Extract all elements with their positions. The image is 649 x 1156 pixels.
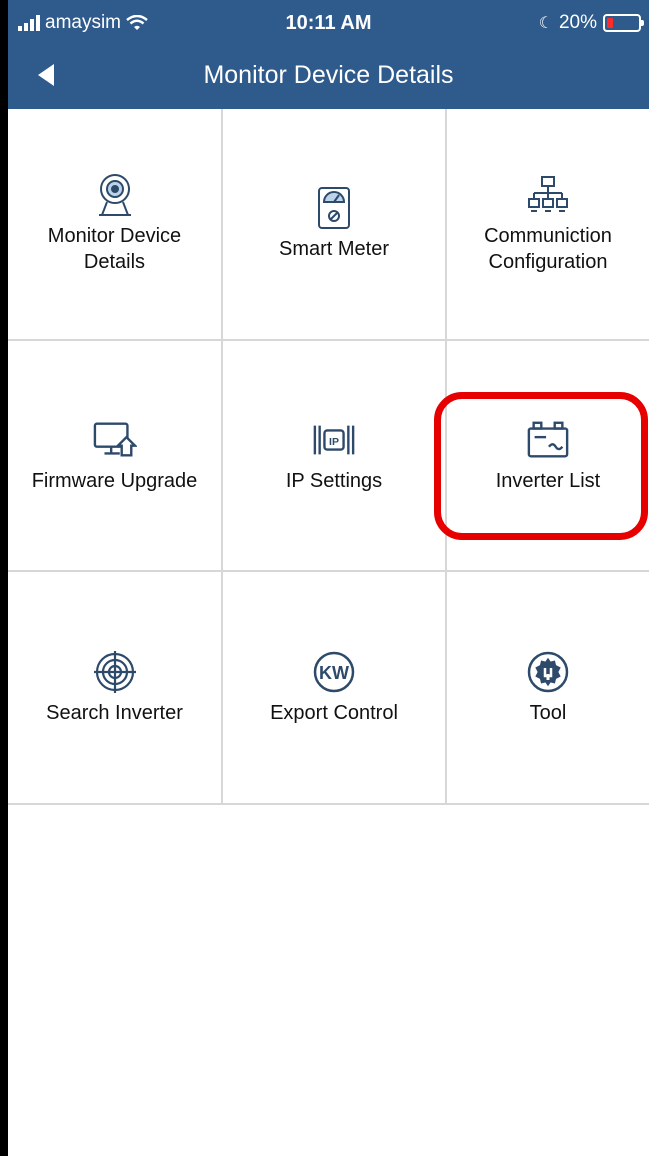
moon-icon: ☾	[538, 15, 553, 32]
menu-label: Firmware Upgrade	[31, 469, 198, 492]
network-icon	[526, 173, 570, 217]
menu-label: Monitor Device Details	[47, 225, 182, 273]
menu-item-smart-meter[interactable]: Smart Meter	[223, 109, 447, 341]
nav-bar: Monitor Device Details	[8, 44, 649, 109]
meter-icon	[312, 186, 356, 230]
header-bar: amaysim 10:11 AM ☾ 20% Monitor Device De…	[8, 0, 649, 109]
menu-label: IP Settings	[285, 469, 383, 492]
battery-icon	[603, 14, 644, 32]
menu-label: Inverter List	[495, 469, 601, 492]
inverter-icon	[526, 418, 570, 462]
page-title: Monitor Device Details	[203, 61, 454, 89]
menu-label: Search Inverter	[46, 701, 183, 724]
menu-label: Tool	[529, 701, 567, 724]
upload-monitor-icon	[93, 418, 137, 462]
status-bar: amaysim 10:11 AM ☾ 20%	[8, 0, 649, 44]
menu-label: Smart Meter	[278, 238, 390, 260]
menu-item-search-inverter[interactable]: Search Inverter	[8, 572, 223, 805]
app-screen: amaysim 10:11 AM ☾ 20% Monitor Device De…	[8, 0, 649, 1156]
battery-area: ☾ 20%	[538, 12, 644, 34]
svg-text:KW: KW	[319, 663, 349, 683]
menu-item-ip-settings[interactable]: IP IP Settings	[223, 341, 447, 572]
menu-item-inverter-list[interactable]: Inverter List	[447, 341, 649, 572]
kw-icon: KW	[312, 650, 356, 694]
menu-item-export-control[interactable]: KW Export Control	[223, 572, 447, 805]
svg-text:IP: IP	[329, 435, 339, 447]
menu-item-tool[interactable]: Tool	[447, 572, 649, 805]
battery-percent: 20%	[558, 12, 597, 33]
menu-item-firmware-upgrade[interactable]: Firmware Upgrade	[8, 341, 223, 572]
menu-label: Export Control	[270, 701, 398, 724]
target-icon	[93, 650, 137, 694]
gear-wrench-icon	[526, 650, 570, 694]
menu-item-monitor-device-details[interactable]: Monitor Device Details	[8, 109, 223, 341]
menu-label: Communiction Configuration	[484, 225, 612, 273]
ip-icon: IP	[312, 418, 356, 462]
webcam-icon	[93, 173, 137, 217]
menu-item-communiction-configuration[interactable]: Communiction Configuration	[447, 109, 649, 341]
